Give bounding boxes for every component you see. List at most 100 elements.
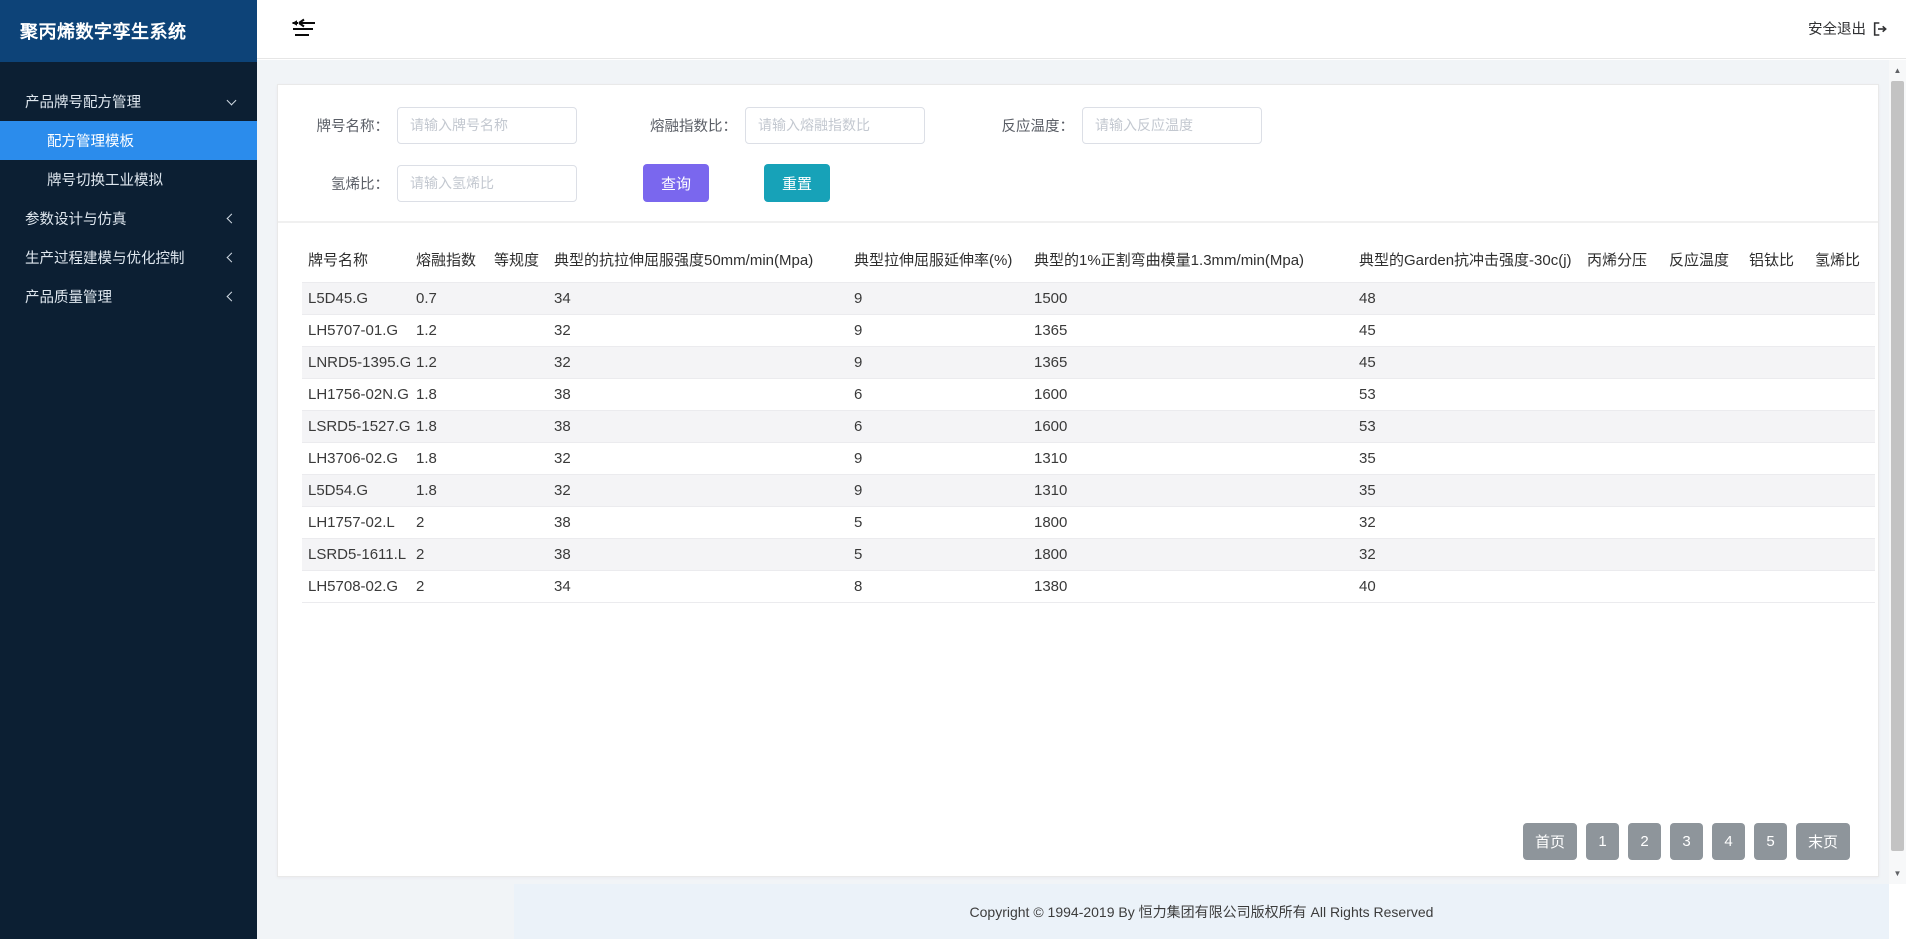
topbar: 安全退出 — [257, 0, 1906, 59]
table-cell: 1600 — [1028, 411, 1353, 443]
table-header-row: 牌号名称熔融指数等规度典型的抗拉伸屈服强度50mm/min(Mpa)典型拉伸屈服… — [302, 235, 1875, 283]
sidebar-item-配方管理模板[interactable]: 配方管理模板 — [0, 121, 257, 160]
table-cell: 9 — [848, 443, 1028, 475]
table-cell — [1663, 507, 1743, 539]
pagination-first-button[interactable]: 首页 — [1523, 823, 1577, 860]
scrollbar-thumb[interactable] — [1891, 81, 1904, 851]
table-cell: 38 — [548, 539, 848, 571]
table-cell — [1743, 283, 1809, 315]
logout-button[interactable]: 安全退出 — [1808, 18, 1888, 39]
table-cell: 1365 — [1028, 347, 1353, 379]
melt-index-ratio-input[interactable] — [745, 107, 925, 144]
table-cell — [1581, 475, 1663, 507]
table-cell — [1743, 315, 1809, 347]
column-header: 典型拉伸屈服延伸率(%) — [848, 235, 1028, 283]
brand-name-input[interactable] — [397, 107, 577, 144]
table-cell: 9 — [848, 283, 1028, 315]
table-cell — [1581, 443, 1663, 475]
vertical-scrollbar: ▲ ▼ — [1889, 60, 1906, 884]
column-header: 牌号名称 — [302, 235, 410, 283]
pagination-page-5[interactable]: 5 — [1754, 823, 1787, 860]
sidebar-menu: 产品牌号配方管理配方管理模板牌号切换工业模拟参数设计与仿真生产过程建模与优化控制… — [0, 62, 257, 316]
table-cell — [1663, 315, 1743, 347]
column-header: 反应温度 — [1663, 235, 1743, 283]
scroll-up-arrow-icon[interactable]: ▲ — [1889, 62, 1906, 79]
sidebar-item-产品牌号配方管理[interactable]: 产品牌号配方管理 — [0, 82, 257, 121]
table-cell — [1743, 539, 1809, 571]
table-row: LNRD5-1395.G1.2329136545 — [302, 347, 1875, 379]
sidebar-item-label: 参数设计与仿真 — [25, 208, 127, 229]
table-row: LH5708-02.G2348138040 — [302, 571, 1875, 603]
table-cell: LH1757-02.L — [302, 507, 410, 539]
reset-button[interactable]: 重置 — [764, 164, 830, 202]
sidebar-item-label: 生产过程建模与优化控制 — [25, 247, 185, 268]
table-cell — [1809, 539, 1875, 571]
logout-icon — [1872, 21, 1888, 37]
pagination-last-button[interactable]: 末页 — [1796, 823, 1850, 860]
app-title: 聚丙烯数字孪生系统 — [0, 0, 257, 62]
table-cell — [488, 571, 548, 603]
table-cell — [1663, 379, 1743, 411]
hydrogen-olefin-ratio-input[interactable] — [397, 165, 577, 202]
pagination-page-3[interactable]: 3 — [1670, 823, 1703, 860]
table-cell — [1809, 443, 1875, 475]
sidebar-item-label: 配方管理模板 — [47, 130, 134, 151]
table-cell: 53 — [1353, 411, 1581, 443]
table-cell: 2 — [410, 571, 488, 603]
table-cell: 5 — [848, 539, 1028, 571]
reaction-temperature-input[interactable] — [1082, 107, 1262, 144]
sidebar-item-牌号切换工业模拟[interactable]: 牌号切换工业模拟 — [0, 160, 257, 199]
table-cell — [1809, 475, 1875, 507]
table-row: LH1757-02.L2385180032 — [302, 507, 1875, 539]
table-row: LSRD5-1611.L2385180032 — [302, 539, 1875, 571]
chevron-left-icon — [227, 253, 237, 263]
table-cell: 48 — [1353, 283, 1581, 315]
table-cell — [1581, 411, 1663, 443]
column-header: 典型的1%正割弯曲模量1.3mm/min(Mpa) — [1028, 235, 1353, 283]
data-table: 牌号名称熔融指数等规度典型的抗拉伸屈服强度50mm/min(Mpa)典型拉伸屈服… — [302, 235, 1875, 603]
table-cell — [1743, 411, 1809, 443]
table-cell — [1809, 571, 1875, 603]
table-cell: 1.2 — [410, 347, 488, 379]
query-button[interactable]: 查询 — [643, 164, 709, 202]
field-melt-index-ratio: 熔融指数比： — [635, 107, 925, 144]
table-cell: 34 — [548, 571, 848, 603]
sidebar-item-生产过程建模与优化控制[interactable]: 生产过程建模与优化控制 — [0, 238, 257, 277]
column-header: 熔融指数 — [410, 235, 488, 283]
table-cell: 35 — [1353, 475, 1581, 507]
table-cell: 0.7 — [410, 283, 488, 315]
table-row: L5D45.G0.7349150048 — [302, 283, 1875, 315]
pagination-page-2[interactable]: 2 — [1628, 823, 1661, 860]
scroll-down-arrow-icon[interactable]: ▼ — [1889, 865, 1906, 882]
column-header: 等规度 — [488, 235, 548, 283]
column-header: 氢烯比 — [1809, 235, 1875, 283]
reaction-temperature-label: 反应温度： — [987, 115, 1082, 136]
table-cell — [1663, 443, 1743, 475]
pagination-page-1[interactable]: 1 — [1586, 823, 1619, 860]
table-cell: 32 — [548, 475, 848, 507]
table-cell: 53 — [1353, 379, 1581, 411]
table-cell — [1581, 539, 1663, 571]
field-brand-name: 牌号名称： — [302, 107, 577, 144]
table-row: LSRD5-1527.G1.8386160053 — [302, 411, 1875, 443]
table-cell — [1743, 571, 1809, 603]
table-cell: 38 — [548, 411, 848, 443]
table-cell: LH5708-02.G — [302, 571, 410, 603]
table-cell — [1743, 507, 1809, 539]
sidebar-item-产品质量管理[interactable]: 产品质量管理 — [0, 277, 257, 316]
chevron-left-icon — [227, 214, 237, 224]
sidebar-collapse-icon[interactable] — [289, 17, 317, 41]
copyright-text: Copyright © 1994-2019 By 恒力集团有限公司版权所有 Al… — [970, 902, 1434, 922]
search-form: 牌号名称： 熔融指数比： 反应温度： 氢烯比： 查询 重置 — [278, 85, 1878, 223]
sidebar-item-参数设计与仿真[interactable]: 参数设计与仿真 — [0, 199, 257, 238]
table-cell — [1581, 315, 1663, 347]
pagination-page-4[interactable]: 4 — [1712, 823, 1745, 860]
sidebar-item-label: 产品牌号配方管理 — [25, 91, 141, 112]
main-content: 牌号名称： 熔融指数比： 反应温度： 氢烯比： 查询 重置 — [257, 60, 1889, 939]
table-cell — [1663, 571, 1743, 603]
table-cell: 9 — [848, 347, 1028, 379]
table-cell — [488, 443, 548, 475]
table-cell: LH1756-02N.G — [302, 379, 410, 411]
table-cell — [1809, 379, 1875, 411]
table-cell: 5 — [848, 507, 1028, 539]
